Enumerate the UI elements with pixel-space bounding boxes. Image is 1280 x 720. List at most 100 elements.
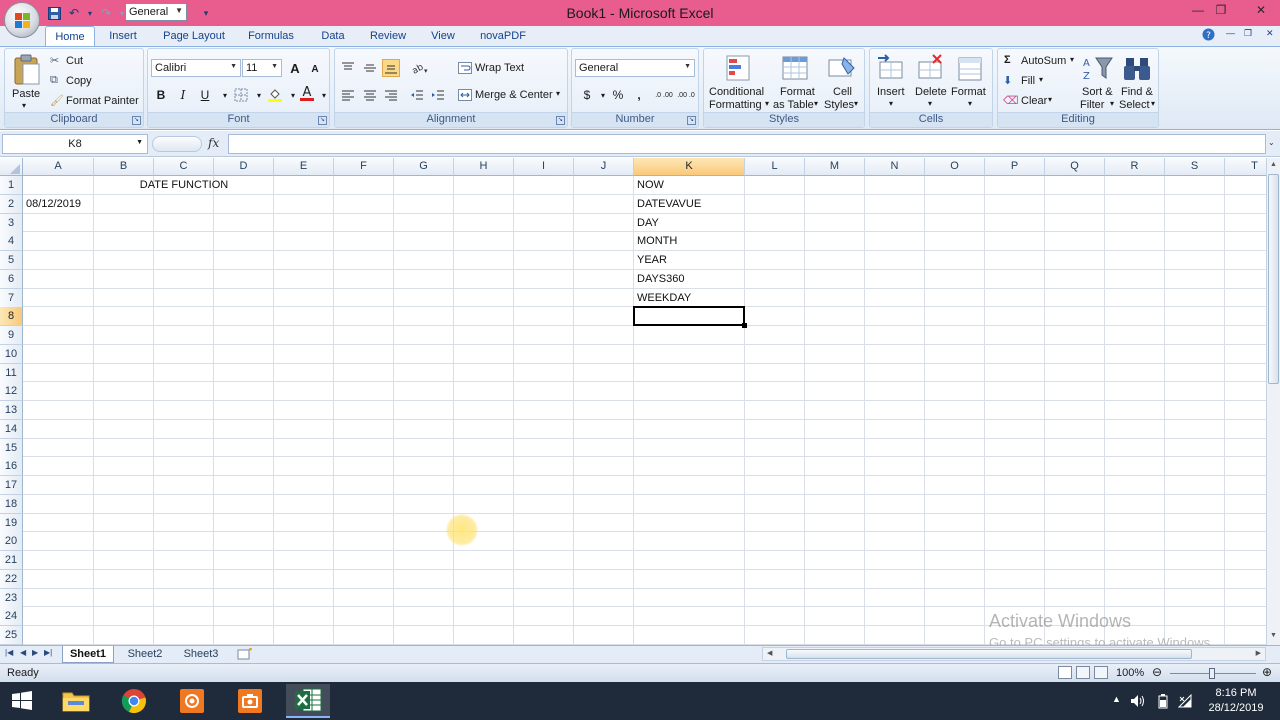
doc-restore-button[interactable]: ❐ <box>1244 28 1252 39</box>
delete-cells-button[interactable]: Delete ▾ <box>911 52 951 114</box>
windows-start-icon[interactable] <box>0 684 44 718</box>
tab-novapdf[interactable]: novaPDF <box>476 30 530 46</box>
autosum-button[interactable]: Σ AutoSum ▾ <box>1003 53 1079 70</box>
bold-button[interactable]: B <box>152 86 170 104</box>
row-header-11[interactable]: 11 <box>0 363 23 383</box>
customize-qat-icon[interactable]: ▾ <box>198 5 214 21</box>
row-header-15[interactable]: 15 <box>0 438 23 458</box>
row-header-4[interactable]: 4 <box>0 232 23 252</box>
row-header-23[interactable]: 23 <box>0 588 23 608</box>
row-header-22[interactable]: 22 <box>0 569 23 589</box>
clear-button[interactable]: ⌫ Clear ▾ <box>1003 93 1059 110</box>
comma-button[interactable]: , <box>630 86 648 104</box>
row-header-18[interactable]: 18 <box>0 494 23 514</box>
cell-k3[interactable]: DAY <box>637 214 659 233</box>
zoom-slider-thumb[interactable] <box>1209 668 1215 679</box>
column-header-d[interactable]: D <box>214 158 274 176</box>
next-sheet-icon[interactable]: ▶ <box>32 648 38 657</box>
sheet-tab-sheet2[interactable]: Sheet2 <box>120 646 170 663</box>
row-header-24[interactable]: 24 <box>0 607 23 627</box>
tab-insert[interactable]: Insert <box>104 30 142 46</box>
office-button[interactable] <box>4 2 40 38</box>
row-header-10[interactable]: 10 <box>0 344 23 364</box>
select-all-button[interactable] <box>0 158 23 176</box>
column-header-g[interactable]: G <box>394 158 454 176</box>
clipboard-launcher-icon[interactable]: ↘ <box>132 116 141 125</box>
column-header-h[interactable]: H <box>454 158 514 176</box>
row-header-13[interactable]: 13 <box>0 401 23 420</box>
worksheet-grid[interactable]: ABCDEFGHIJKLMNOPQRST 1 2 3 4 5 6 7 8 9 10 11 12 13 14… <box>0 158 1266 645</box>
column-header-l[interactable]: L <box>745 158 805 176</box>
font-color-dropdown-icon[interactable]: ▾ <box>315 86 333 104</box>
number-format-combo[interactable]: General ▼ <box>575 59 695 77</box>
fill-handle[interactable] <box>742 323 747 328</box>
formula-input[interactable] <box>228 134 1266 154</box>
column-header-o[interactable]: O <box>925 158 985 176</box>
tab-review[interactable]: Review <box>366 30 410 46</box>
align-left-icon[interactable] <box>339 86 357 104</box>
row-header-16[interactable]: 16 <box>0 457 23 477</box>
customize-qat[interactable]: ▾ <box>198 4 214 22</box>
last-sheet-icon[interactable]: ▶| <box>44 648 52 657</box>
row-header-25[interactable]: 25 <box>0 626 23 645</box>
cell-k5[interactable]: YEAR <box>637 251 667 270</box>
wrap-text-button[interactable]: Wrap Text <box>456 59 546 77</box>
tab-formulas[interactable]: Formulas <box>244 30 298 46</box>
row-header-3[interactable]: 3 <box>0 213 23 233</box>
column-header-a[interactable]: A <box>23 158 94 176</box>
row-header-12[interactable]: 12 <box>0 382 23 402</box>
doc-minimize-button[interactable]: — <box>1226 28 1235 38</box>
prev-sheet-icon[interactable]: ◀ <box>20 648 26 657</box>
borders-button[interactable] <box>232 86 250 104</box>
vertical-scrollbar[interactable]: ▲ ▼ <box>1266 158 1280 645</box>
row-header-8[interactable]: 8 <box>0 307 23 327</box>
first-sheet-icon[interactable]: |◀ <box>5 648 13 657</box>
row-header-7[interactable]: 7 <box>0 288 23 308</box>
cell-k1[interactable]: NOW <box>637 176 664 195</box>
qat-number-format-combo[interactable]: General ▼ <box>125 3 187 21</box>
column-header-e[interactable]: E <box>274 158 334 176</box>
tray-overflow-icon[interactable]: ▲ <box>1112 694 1121 704</box>
underline-button[interactable]: U <box>196 86 214 104</box>
row-header-5[interactable]: 5 <box>0 251 23 270</box>
column-header-j[interactable]: J <box>574 158 634 176</box>
page-break-view-icon[interactable] <box>1094 666 1108 679</box>
formula-bar-splitter[interactable] <box>152 136 202 152</box>
column-header-n[interactable]: N <box>865 158 925 176</box>
chrome-icon[interactable] <box>112 684 156 718</box>
column-header-r[interactable]: R <box>1105 158 1165 176</box>
row-header-9[interactable]: 9 <box>0 326 23 345</box>
taskbar-clock[interactable]: 8:16 PM 28/12/2019 <box>1196 686 1276 716</box>
volume-icon[interactable] <box>1130 694 1146 711</box>
row-header-19[interactable]: 19 <box>0 513 23 533</box>
page-layout-view-icon[interactable] <box>1076 666 1090 679</box>
italic-button[interactable]: I <box>174 86 192 104</box>
font-name-combo[interactable]: Calibri ▼ <box>151 59 241 77</box>
column-header-m[interactable]: M <box>805 158 865 176</box>
decrease-decimal-button[interactable]: .00 .0 <box>676 86 696 104</box>
cell-k4[interactable]: MONTH <box>637 232 677 251</box>
conditional-formatting-button[interactable]: Conditional Formatting ▾ <box>706 52 772 114</box>
zoom-level[interactable]: 100% <box>1116 667 1144 679</box>
number-launcher-icon[interactable]: ↘ <box>687 116 696 125</box>
column-header-p[interactable]: P <box>985 158 1045 176</box>
cut-button[interactable]: ✂ Cut <box>50 53 110 70</box>
tab-view[interactable]: View <box>426 30 460 46</box>
font-size-combo[interactable]: 11 ▼ <box>242 59 282 77</box>
screen-capture-icon[interactable] <box>228 684 272 718</box>
percent-button[interactable]: % <box>609 86 627 104</box>
insert-function-button[interactable]: fx <box>208 136 219 150</box>
sheet-tab-sheet3[interactable]: Sheet3 <box>176 646 226 663</box>
undo-dropdown-icon[interactable]: ▾ <box>86 5 94 21</box>
name-box[interactable]: K8 ▼ <box>2 134 148 154</box>
decrease-indent-icon[interactable] <box>408 86 426 104</box>
help-icon[interactable]: ? <box>1202 28 1215 44</box>
redo-icon[interactable]: ↷ <box>98 5 114 21</box>
cell-a2[interactable]: 08/12/2019 <box>26 195 81 214</box>
format-as-table-button[interactable]: Format as Table ▾ <box>772 52 820 114</box>
font-launcher-icon[interactable]: ↘ <box>318 116 327 125</box>
doc-close-button[interactable]: ✕ <box>1266 28 1274 39</box>
copy-button[interactable]: ⧉ Copy <box>50 73 110 90</box>
format-painter-button[interactable]: 🖌 Format Painter <box>50 93 142 110</box>
column-header-f[interactable]: F <box>334 158 394 176</box>
